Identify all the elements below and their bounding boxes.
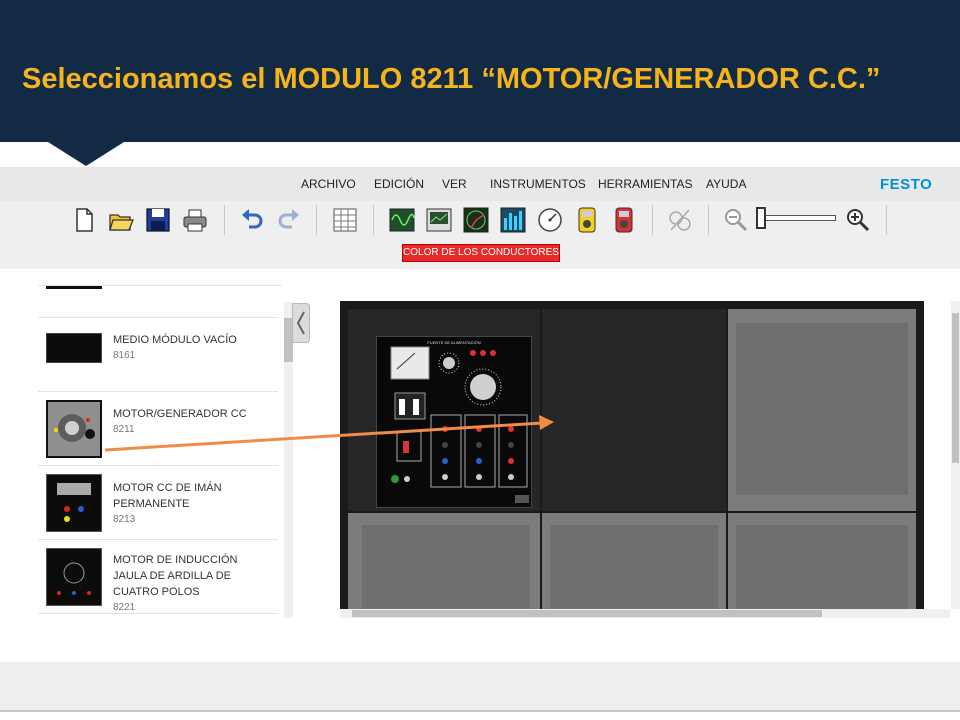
- workbench-bay[interactable]: [728, 513, 916, 609]
- module-thumbnail: [46, 400, 102, 458]
- list-item[interactable]: MOTOR/GENERADOR CC 8211: [38, 392, 278, 466]
- workbench-horizontal-scrollbar[interactable]: [340, 609, 950, 618]
- workbench-vertical-scrollbar[interactable]: [951, 301, 960, 609]
- module-name: MEDIO MÓDULO VACÍO: [113, 334, 237, 346]
- induction-motor-thumbnail-image: [57, 562, 91, 595]
- undo-icon[interactable]: [238, 206, 266, 234]
- workstation-workbench: FUENTE DE ALIMENTACIÓN: [340, 301, 924, 609]
- oscilloscope-icon[interactable]: [388, 206, 416, 234]
- collapse-panel-tab[interactable]: [292, 303, 310, 343]
- menu-herramientas[interactable]: HERRAMIENTAS: [598, 177, 692, 191]
- status-area: [0, 662, 960, 710]
- workbench-vertical-scrollbar-thumb[interactable]: [952, 313, 959, 463]
- workbench-bay[interactable]: MOTOR / GENERADOR CC: [542, 309, 914, 511]
- new-file-icon[interactable]: [70, 206, 98, 234]
- conductor-color-button[interactable]: COLOR DE LOS CONDUCTORES: [402, 244, 560, 262]
- list-item[interactable]: [38, 286, 278, 318]
- workbench-bay[interactable]: [542, 513, 726, 609]
- pm-motor-thumbnail-image: [57, 483, 91, 522]
- chevron-left-icon: [296, 311, 305, 335]
- menu-instrumentos[interactable]: INSTRUMENTOS: [490, 177, 586, 191]
- menu-ver[interactable]: VER: [442, 177, 467, 191]
- disconnect-icon[interactable]: [665, 206, 693, 234]
- workbench-bay[interactable]: [728, 309, 916, 511]
- module-list: MEDIO MÓDULO VACÍO 8161 MOTOR/GENERADOR …: [38, 285, 282, 621]
- tachometer-icon[interactable]: [536, 206, 564, 234]
- bottom-divider: [0, 710, 960, 712]
- toolbar: COLOR DE LOS CONDUCTORES: [0, 201, 960, 269]
- slide-title: Seleccionamos el MODULO 8211 “MOTOR/GENE…: [22, 63, 881, 95]
- redo-icon[interactable]: [275, 206, 303, 234]
- power-supply-module[interactable]: FUENTE DE ALIMENTACIÓN: [376, 336, 532, 508]
- motor-thumbnail-image: [48, 402, 100, 456]
- power-supply-panel-art: [390, 346, 529, 503]
- save-icon[interactable]: [144, 206, 172, 234]
- multimeter-icon[interactable]: [573, 206, 601, 234]
- zoom-out-icon[interactable]: [722, 206, 750, 234]
- toolbar-separator: [224, 205, 225, 235]
- open-folder-icon[interactable]: [107, 206, 135, 234]
- table-icon[interactable]: [331, 206, 359, 234]
- workbench-bay[interactable]: [348, 513, 540, 609]
- toolbar-separator: [886, 205, 887, 235]
- menu-edicion[interactable]: EDICIÓN: [374, 177, 424, 191]
- print-icon[interactable]: [181, 206, 209, 234]
- module-name: MOTOR DE INDUCCIÓN JAULA DE ARDILLA DE C…: [113, 554, 238, 598]
- menu-ayuda[interactable]: AYUDA: [706, 177, 746, 191]
- module-code: 8213: [113, 514, 136, 525]
- toolbar-separator: [708, 205, 709, 235]
- module-thumbnail: [46, 548, 102, 606]
- phasor-analyzer-icon[interactable]: [462, 206, 490, 234]
- toolbar-separator: [373, 205, 374, 235]
- module-name: MOTOR/GENERADOR CC: [113, 408, 247, 420]
- menu-archivo[interactable]: ARCHIVO: [301, 177, 356, 191]
- festo-logo: FESTO: [880, 176, 933, 193]
- zoom-slider-track[interactable]: [762, 215, 836, 221]
- module-code: 8221: [113, 602, 136, 613]
- module-thumbnail: [46, 333, 102, 363]
- module-code: 8161: [113, 350, 136, 361]
- module-name: MOTOR CC DE IMÁN PERMANENTE: [113, 482, 222, 510]
- slide-header: Seleccionamos el MODULO 8211 “MOTOR/GENE…: [0, 0, 960, 142]
- workbench-bay[interactable]: FUENTE DE ALIMENTACIÓN: [348, 309, 540, 511]
- toolbar-separator: [316, 205, 317, 235]
- zoom-slider-handle[interactable]: [756, 207, 766, 229]
- module-code: 8211: [113, 424, 135, 435]
- toolbar-separator: [652, 205, 653, 235]
- workbench-horizontal-scrollbar-thumb[interactable]: [352, 610, 822, 617]
- list-item[interactable]: MOTOR CC DE IMÁN PERMANENTE 8213: [38, 466, 278, 540]
- menu-bar: ARCHIVO EDICIÓN VER INSTRUMENTOS HERRAMI…: [0, 167, 960, 201]
- list-item[interactable]: MEDIO MÓDULO VACÍO 8161: [38, 318, 278, 392]
- zoom-in-icon[interactable]: [844, 206, 872, 234]
- graph-instrument-icon[interactable]: [425, 206, 453, 234]
- module-list-scrollbar[interactable]: [284, 302, 293, 618]
- bar-chart-icon[interactable]: [499, 206, 527, 234]
- ammeter-icon[interactable]: [610, 206, 638, 234]
- module-thumbnail: [46, 286, 102, 289]
- list-item[interactable]: MOTOR DE INDUCCIÓN JAULA DE ARDILLA DE C…: [38, 540, 278, 614]
- header-pointer: [48, 142, 124, 166]
- lvsim-app-window: ARCHIVO EDICIÓN VER INSTRUMENTOS HERRAMI…: [0, 167, 960, 713]
- module-thumbnail: [46, 474, 102, 532]
